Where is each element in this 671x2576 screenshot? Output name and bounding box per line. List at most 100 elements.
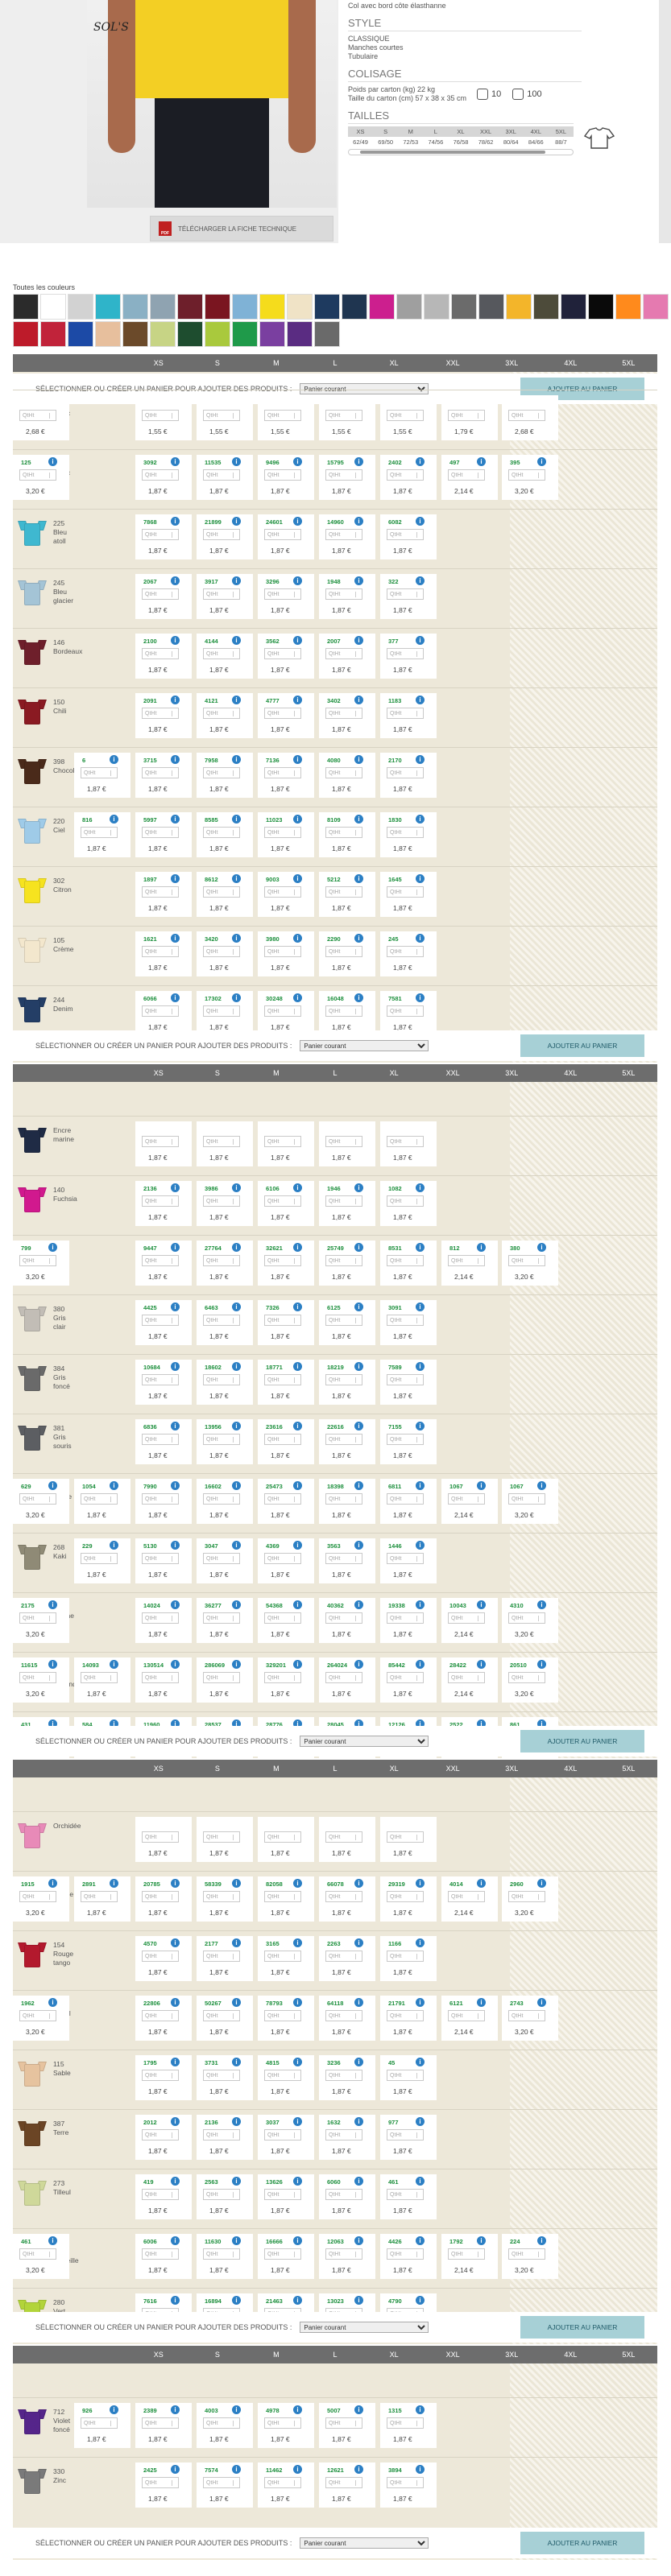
quantity-input[interactable]: QtHt (19, 1672, 56, 1683)
quantity-input[interactable]: QtHt (142, 1255, 179, 1266)
info-icon[interactable]: i (110, 1541, 118, 1550)
page-scrollbar[interactable] (659, 0, 671, 243)
quantity-input[interactable]: QtHt (203, 1951, 240, 1962)
info-icon[interactable]: i (293, 2405, 302, 2414)
info-icon[interactable]: i (354, 1938, 363, 1947)
info-icon[interactable]: i (293, 993, 302, 1002)
quantity-input[interactable]: QtHt (142, 2129, 179, 2140)
info-icon[interactable]: i (354, 2236, 363, 2245)
cart-select[interactable]: Panier courant (300, 1040, 429, 1051)
info-icon[interactable]: i (232, 1660, 241, 1669)
info-icon[interactable]: i (293, 2058, 302, 2066)
quantity-input[interactable]: QtHt (264, 2129, 301, 2140)
info-icon[interactable]: i (293, 2117, 302, 2126)
quantity-input[interactable]: QtHt (508, 2010, 545, 2021)
info-icon[interactable]: i (232, 636, 241, 645)
info-icon[interactable]: i (110, 755, 118, 764)
info-icon[interactable]: i (293, 1541, 302, 1550)
color-swatch[interactable] (40, 294, 66, 320)
quantity-input[interactable]: QtHt (387, 529, 424, 540)
quantity-input[interactable]: QtHt (448, 1255, 485, 1266)
quantity-input[interactable]: QtHt (264, 1831, 301, 1843)
info-icon[interactable]: i (171, 1541, 180, 1550)
quantity-input[interactable]: QtHt (264, 886, 301, 898)
info-icon[interactable]: i (354, 2296, 363, 2305)
quantity-input[interactable]: QtHt (387, 2189, 424, 2200)
info-icon[interactable]: i (354, 1362, 363, 1371)
quantity-input[interactable]: QtHt (203, 1315, 240, 1326)
info-icon[interactable]: i (354, 2058, 363, 2066)
info-icon[interactable]: i (232, 815, 241, 824)
quantity-input[interactable]: QtHt (387, 1831, 424, 1843)
info-icon[interactable]: i (171, 576, 180, 585)
quantity-input[interactable]: QtHt (325, 2189, 362, 2200)
info-icon[interactable]: i (354, 1481, 363, 1490)
quantity-input[interactable]: QtHt (387, 1374, 424, 1385)
quantity-input[interactable]: QtHt (203, 1005, 240, 1017)
quantity-input[interactable]: QtHt (325, 2010, 362, 2021)
info-icon[interactable]: i (416, 2465, 425, 2474)
info-icon[interactable]: i (171, 993, 180, 1002)
quantity-input[interactable]: QtHt (387, 588, 424, 600)
info-icon[interactable]: i (416, 1938, 425, 1947)
quantity-input[interactable]: QtHt (142, 1315, 179, 1326)
quantity-input[interactable]: QtHt (81, 827, 118, 838)
color-swatch[interactable] (150, 321, 176, 347)
quantity-input[interactable]: QtHt (142, 529, 179, 540)
quantity-input[interactable]: QtHt (387, 2129, 424, 2140)
quantity-input[interactable]: QtHt (142, 1672, 179, 1683)
info-icon[interactable]: i (232, 517, 241, 526)
info-icon[interactable]: i (416, 1422, 425, 1430)
info-icon[interactable]: i (293, 1243, 302, 1252)
quantity-input[interactable]: QtHt (325, 469, 362, 481)
info-icon[interactable]: i (477, 457, 486, 466)
info-icon[interactable]: i (293, 1600, 302, 1609)
quantity-input[interactable]: QtHt (387, 1951, 424, 1962)
quantity-input[interactable]: QtHt (325, 1434, 362, 1445)
info-icon[interactable]: i (416, 1362, 425, 1371)
info-icon[interactable]: i (537, 1998, 546, 2007)
color-swatch[interactable] (150, 294, 176, 320)
quantity-input[interactable]: QtHt (387, 1255, 424, 1266)
quantity-input[interactable]: QtHt (264, 767, 301, 778)
quantity-input[interactable]: QtHt (387, 708, 424, 719)
info-icon[interactable]: i (477, 1879, 486, 1888)
info-icon[interactable]: i (171, 1600, 180, 1609)
quantity-input[interactable]: QtHt (203, 1493, 240, 1505)
info-icon[interactable]: i (171, 934, 180, 943)
info-icon[interactable]: i (232, 1481, 241, 1490)
info-icon[interactable]: i (232, 934, 241, 943)
color-swatch[interactable] (205, 321, 230, 347)
color-swatch[interactable] (259, 321, 285, 347)
info-icon[interactable]: i (171, 874, 180, 883)
quantity-input[interactable]: QtHt (508, 469, 545, 481)
quantity-input[interactable]: QtHt (264, 1672, 301, 1683)
info-icon[interactable]: i (171, 2117, 180, 2126)
quantity-input[interactable]: QtHt (142, 1493, 179, 1505)
info-icon[interactable]: i (416, 636, 425, 645)
quantity-input[interactable]: QtHt (387, 1434, 424, 1445)
quantity-input[interactable]: QtHt (325, 648, 362, 659)
quantity-input[interactable]: QtHt (448, 1672, 485, 1683)
info-icon[interactable]: i (537, 1600, 546, 1609)
quantity-input[interactable]: QtHt (142, 2417, 179, 2429)
color-swatch[interactable] (588, 294, 614, 320)
color-swatch[interactable] (68, 321, 93, 347)
quantity-input[interactable]: QtHt (325, 2248, 362, 2260)
quantity-input[interactable]: QtHt (19, 1255, 56, 1266)
color-swatch[interactable] (369, 294, 395, 320)
quantity-input[interactable]: QtHt (387, 886, 424, 898)
info-icon[interactable]: i (293, 1998, 302, 2007)
info-icon[interactable]: i (232, 1243, 241, 1252)
color-swatch[interactable] (122, 294, 148, 320)
quantity-input[interactable]: QtHt (142, 1553, 179, 1564)
info-icon[interactable]: i (354, 1243, 363, 1252)
info-icon[interactable]: i (232, 1541, 241, 1550)
info-icon[interactable]: i (48, 1481, 57, 1490)
quantity-input[interactable]: QtHt (325, 1891, 362, 1902)
add-to-cart-button[interactable]: AJOUTER AU PANIER (520, 1034, 644, 1057)
color-swatch[interactable] (396, 294, 422, 320)
info-icon[interactable]: i (110, 1481, 118, 1490)
quantity-input[interactable]: QtHt (142, 767, 179, 778)
info-icon[interactable]: i (48, 2236, 57, 2245)
